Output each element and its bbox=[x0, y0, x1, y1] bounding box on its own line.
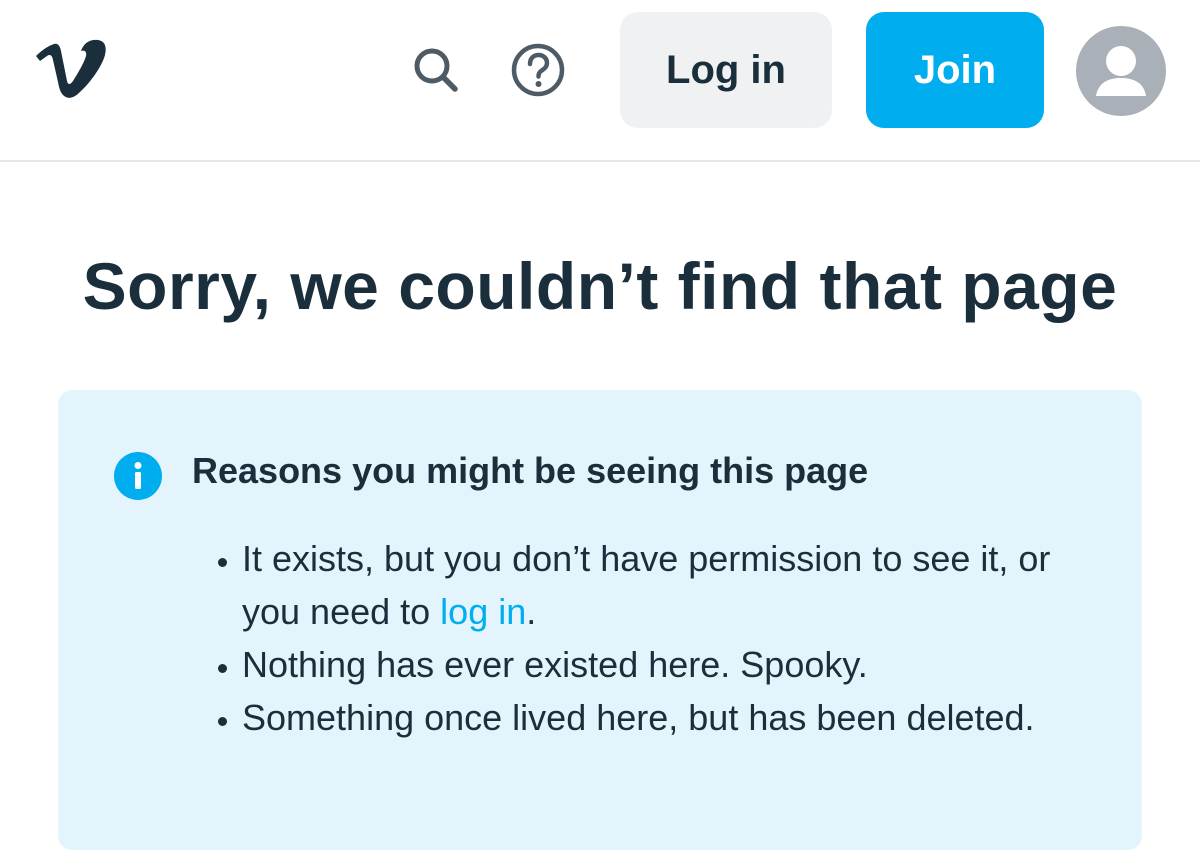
login-button[interactable]: Log in bbox=[620, 12, 832, 128]
login-link[interactable]: log in bbox=[440, 591, 526, 632]
info-icon bbox=[114, 452, 162, 500]
notice-heading: Reasons you might be seeing this page bbox=[192, 450, 869, 491]
search-icon bbox=[414, 48, 458, 92]
reason-punctuation: . bbox=[526, 591, 537, 632]
top-header: Log in Join bbox=[0, 0, 1200, 162]
user-avatar-icon bbox=[1096, 46, 1146, 96]
avatar[interactable] bbox=[1076, 26, 1166, 116]
page-title: Sorry, we couldn’t find that page bbox=[82, 249, 1118, 323]
help-circle-icon bbox=[511, 43, 565, 97]
search-button[interactable] bbox=[408, 42, 464, 98]
join-button[interactable]: Join bbox=[866, 12, 1044, 128]
list-item: Something once lived here, but has been … bbox=[242, 691, 1072, 744]
help-button[interactable] bbox=[510, 42, 566, 98]
list-item: It exists, but you don’t have permission… bbox=[242, 532, 1072, 638]
reasons-list: It exists, but you don’t have permission… bbox=[194, 532, 1072, 744]
vimeo-logo-icon[interactable] bbox=[32, 36, 108, 102]
reasons-notice: Reasons you might be seeing this page It… bbox=[58, 390, 1142, 850]
list-item: Nothing has ever existed here. Spooky. bbox=[242, 638, 1072, 691]
reason-text: It exists, but you don’t have permission… bbox=[242, 538, 1051, 632]
